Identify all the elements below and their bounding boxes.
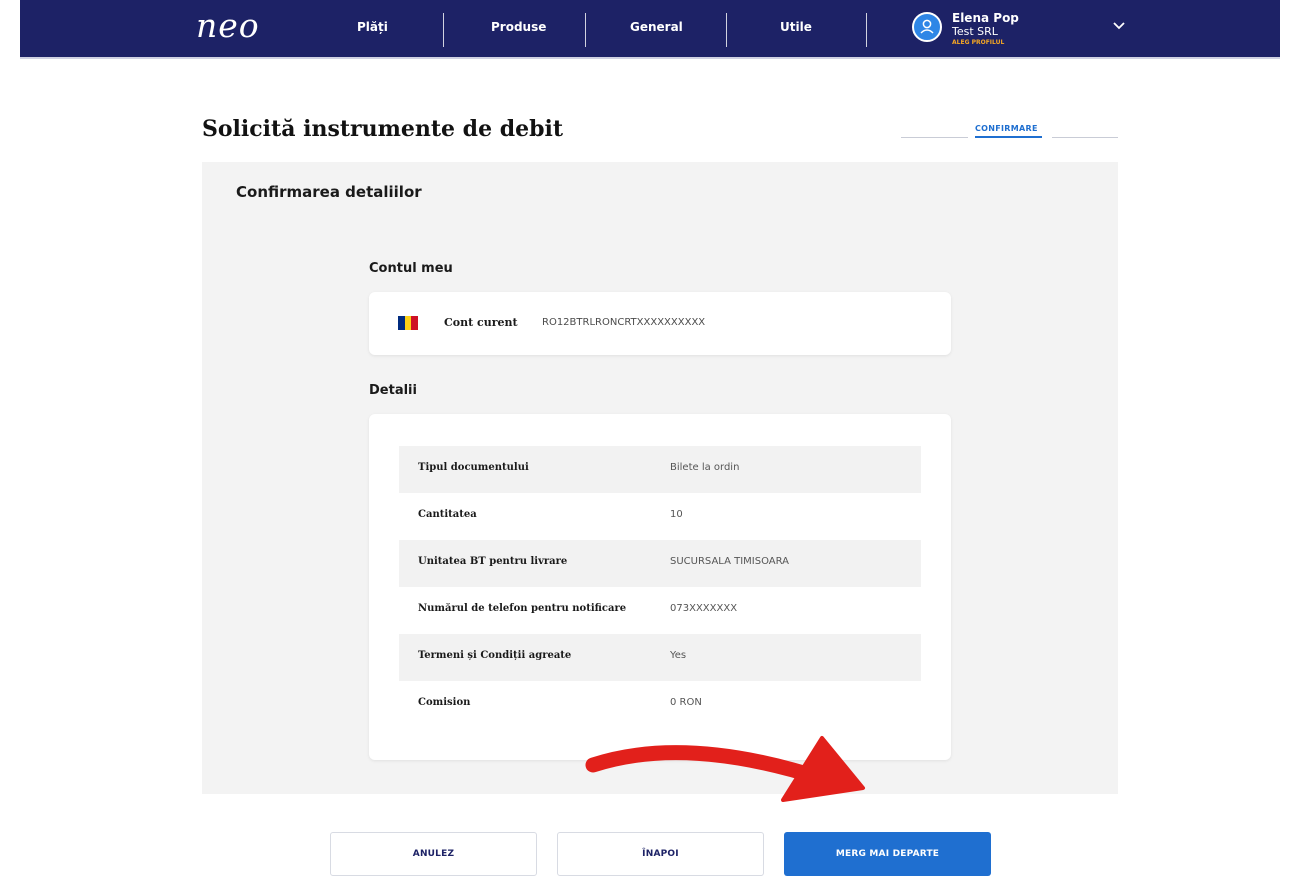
account-iban: RO12BTRLRONCRTXXXXXXXXXX xyxy=(542,317,706,328)
row-label: Tipul documentului xyxy=(418,462,529,473)
table-row: Comision 0 RON xyxy=(399,681,921,728)
account-card: Cont curent RO12BTRLRONCRTXXXXXXXXXX xyxy=(369,292,951,355)
table-row: Tipul documentului Bilete la ordin xyxy=(399,446,921,493)
nav-separator xyxy=(443,13,444,47)
nav-item-plati[interactable]: Plăți xyxy=(357,20,388,34)
row-value: 073XXXXXXX xyxy=(670,603,738,614)
row-label: Unitatea BT pentru livrare xyxy=(418,556,568,567)
continue-button[interactable]: MERG MAI DEPARTE xyxy=(784,832,991,876)
back-button[interactable]: ÎNAPOI xyxy=(557,832,764,876)
row-value: 0 RON xyxy=(670,697,702,708)
nav-item-utile[interactable]: Utile xyxy=(780,20,812,34)
details-section-title: Detalii xyxy=(369,383,417,398)
stepper-active-indicator xyxy=(975,136,1042,138)
nav-item-general[interactable]: General xyxy=(630,20,683,34)
row-label: Cantitatea xyxy=(418,509,477,520)
choose-profile-link[interactable]: ALEG PROFILUL xyxy=(952,39,1004,46)
table-row: Unitatea BT pentru livrare SUCURSALA TIM… xyxy=(399,540,921,587)
neo-logo[interactable]: neo xyxy=(196,6,260,45)
table-row: Numărul de telefon pentru notificare 073… xyxy=(399,587,921,634)
cancel-button[interactable]: ANULEZ xyxy=(330,832,537,876)
stepper-line-left xyxy=(901,137,968,138)
row-value: 10 xyxy=(670,509,683,520)
nav-separator xyxy=(726,13,727,47)
user-company: Test SRL xyxy=(952,25,998,38)
nav-separator xyxy=(866,13,867,47)
row-label: Comision xyxy=(418,697,471,708)
page-title: Solicită instrumente de debit xyxy=(202,116,564,142)
nav-divider xyxy=(20,57,1280,59)
panel-title: Confirmarea detaliilor xyxy=(236,183,422,201)
account-type: Cont curent xyxy=(444,316,518,329)
account-section-title: Contul meu xyxy=(369,261,453,276)
annotation-arrow-icon xyxy=(585,736,865,802)
chevron-down-icon[interactable] xyxy=(1110,16,1128,34)
details-table: Tipul documentului Bilete la ordin Canti… xyxy=(399,446,921,728)
user-icon xyxy=(920,19,934,34)
stepper-line-right xyxy=(1052,137,1118,138)
table-row: Cantitatea 10 xyxy=(399,493,921,540)
user-name: Elena Pop xyxy=(952,11,1019,25)
details-card: Tipul documentului Bilete la ordin Canti… xyxy=(369,414,951,760)
row-value: Bilete la ordin xyxy=(670,462,740,473)
stepper-step-confirmare: CONFIRMARE xyxy=(975,124,1038,133)
user-avatar[interactable] xyxy=(912,12,942,42)
nav-separator xyxy=(585,13,586,47)
row-value: Yes xyxy=(670,650,687,661)
row-label: Numărul de telefon pentru notificare xyxy=(418,603,627,614)
nav-item-produse[interactable]: Produse xyxy=(491,20,546,34)
row-value: SUCURSALA TIMISOARA xyxy=(670,556,790,567)
table-row: Termeni și Condiții agreate Yes xyxy=(399,634,921,681)
romania-flag-icon xyxy=(398,316,419,330)
row-label: Termeni și Condiții agreate xyxy=(418,650,572,661)
